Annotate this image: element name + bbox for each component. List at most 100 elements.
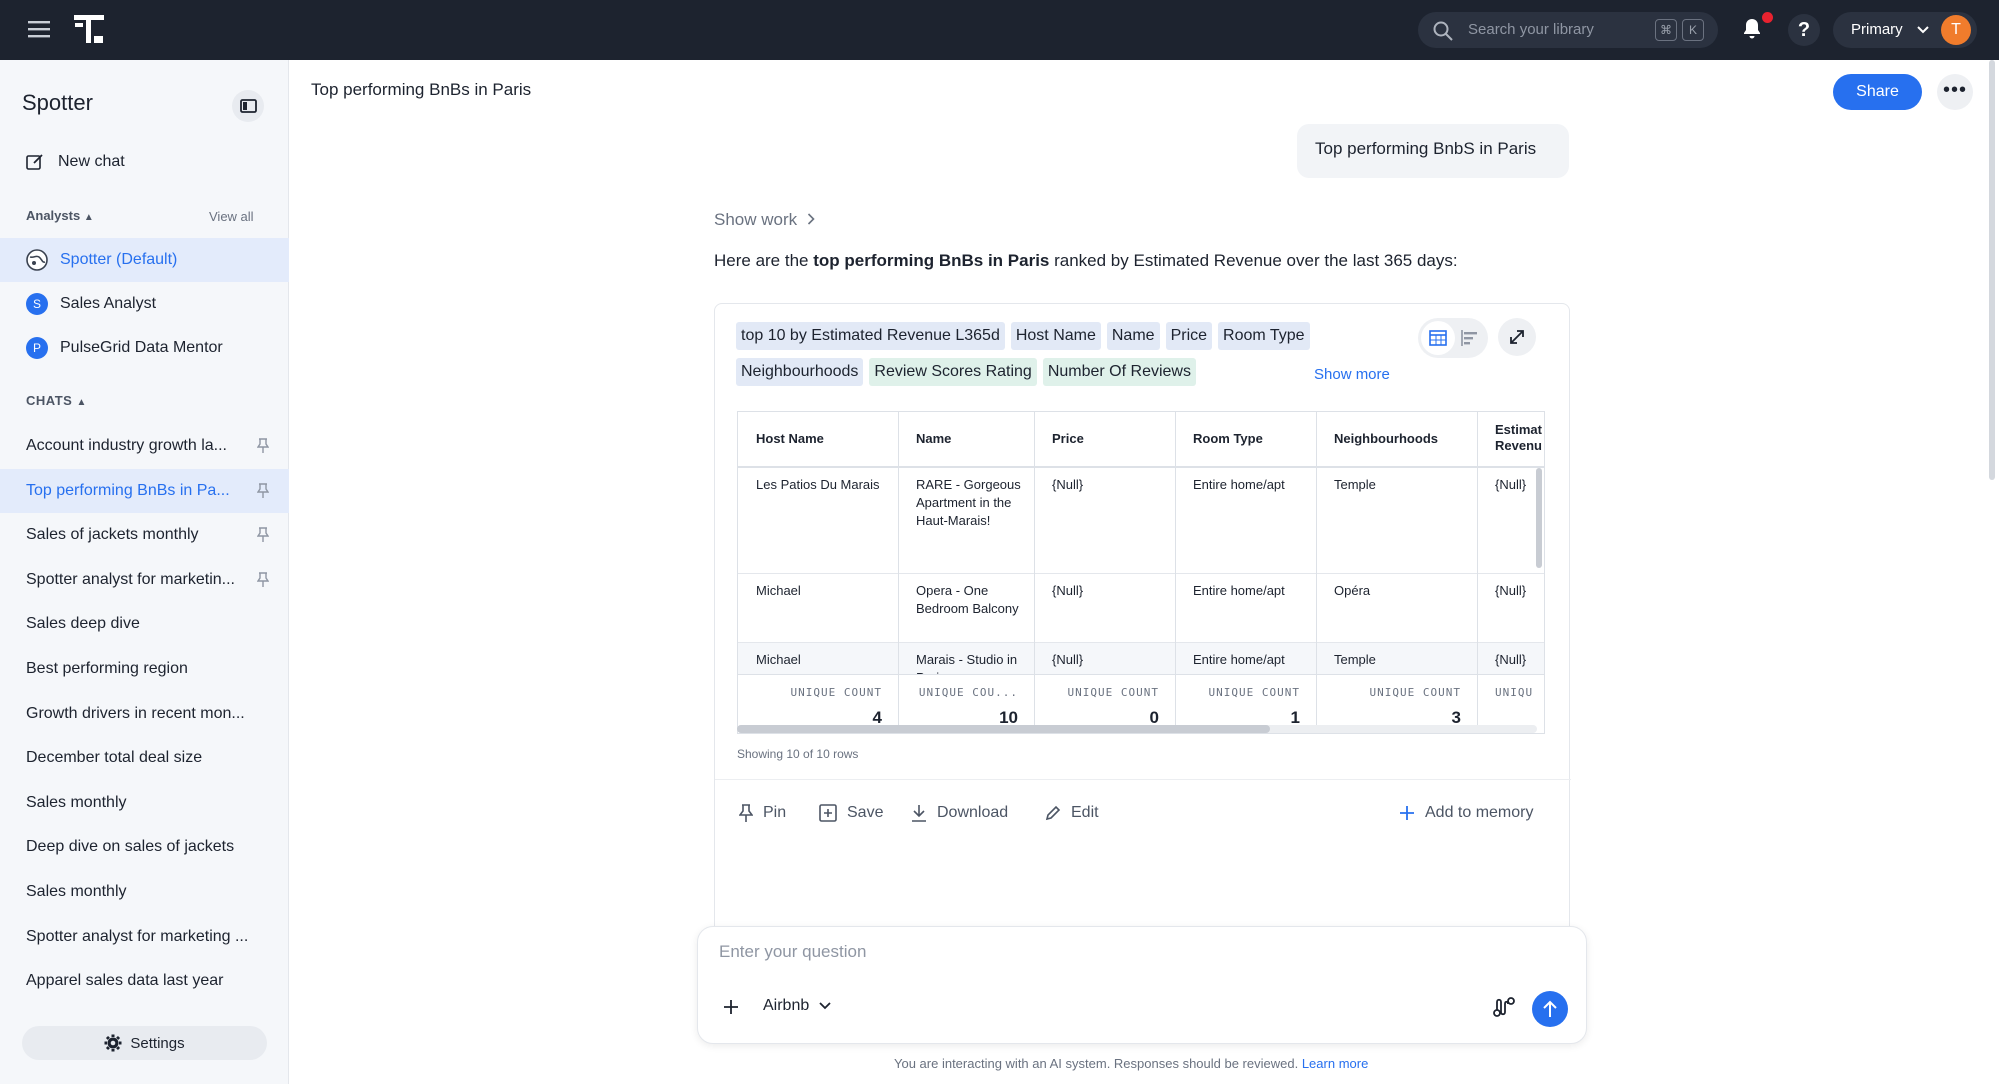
pin-label: Pin: [763, 804, 787, 821]
chat-item-label: Deep dive on sales of jackets: [26, 838, 235, 856]
chat-item-label: Sales monthly: [26, 883, 127, 900]
help-icon[interactable]: ?: [1788, 14, 1820, 46]
chat-item[interactable]: Best performing region: [0, 647, 289, 691]
pin-icon[interactable]: [257, 572, 269, 588]
chats-header[interactable]: CHATS ▲: [26, 393, 87, 408]
user-message-bubble: Top performing BnbS in Paris: [1297, 124, 1569, 178]
save-button[interactable]: Save: [819, 804, 883, 822]
settings-label: Settings: [130, 1034, 185, 1052]
edit-button[interactable]: Edit: [1045, 804, 1099, 822]
column-header[interactable]: Name: [916, 431, 1032, 447]
thoughtspot-logo-icon[interactable]: [72, 12, 106, 46]
query-chip[interactable]: Review Scores Rating: [869, 358, 1037, 386]
shortcut-k-key: K: [1682, 19, 1704, 41]
table-view-button[interactable]: [1421, 321, 1455, 355]
analyst-item-sales-analyst[interactable]: S Sales Analyst: [0, 282, 289, 326]
query-chip[interactable]: Room Type: [1218, 322, 1310, 350]
collapse-sidebar-button[interactable]: [232, 90, 264, 122]
org-switcher[interactable]: Primary T: [1833, 12, 1977, 48]
analyst-initial-avatar: P: [26, 337, 48, 359]
table-cell: Opéra: [1334, 583, 1371, 598]
show-work-toggle[interactable]: Show work: [714, 210, 815, 230]
chat-item-label: Spotter analyst for marketing ...: [26, 927, 249, 945]
action-bar: Pin Save Download Edit Add to memory: [715, 804, 1571, 834]
connections-icon[interactable]: [1493, 996, 1515, 1018]
table-cell: Michael: [756, 583, 801, 598]
page-scrollbar[interactable]: [1989, 60, 1995, 480]
column-header[interactable]: Neighbourhoods: [1334, 431, 1475, 447]
notification-dot: [1762, 12, 1773, 23]
card-divider: [715, 779, 1571, 780]
column-header[interactable]: Estimat Revenu: [1495, 422, 1544, 454]
table-cell: {Null}: [1495, 583, 1527, 598]
analysts-header[interactable]: Analysts ▲: [26, 208, 94, 223]
learn-more-link[interactable]: Learn more: [1302, 1056, 1368, 1071]
notifications-bell-icon[interactable]: [1740, 17, 1764, 41]
chat-item[interactable]: Growth drivers in recent mon...: [0, 692, 289, 736]
new-chat-button[interactable]: New chat: [0, 140, 289, 184]
chat-item[interactable]: Sales deep dive: [0, 602, 289, 646]
edit-label: Edit: [1071, 804, 1099, 821]
chat-item[interactable]: December total deal size: [0, 736, 289, 780]
show-more-link[interactable]: Show more: [1314, 366, 1390, 383]
hamburger-menu-icon[interactable]: [28, 20, 50, 38]
pin-icon[interactable]: [257, 482, 269, 499]
analyst-item-pulsegrid[interactable]: P PulseGrid Data Mentor: [0, 326, 289, 370]
pin-button[interactable]: Pin: [739, 804, 786, 822]
answer-text: Here are the top performing BnBs in Pari…: [714, 251, 1458, 271]
chat-item-label: Account industry growth la...: [26, 437, 227, 454]
chat-item[interactable]: Sales of jackets monthly: [0, 513, 289, 557]
aggregate-label: UNIQUE COUNT: [790, 686, 882, 699]
chat-item[interactable]: Top performing BnBs in Pa...: [0, 468, 289, 513]
chat-item[interactable]: Spotter analyst for marketing ...: [0, 915, 289, 959]
chat-item[interactable]: Account industry growth la...: [0, 424, 289, 468]
query-chip[interactable]: Name: [1106, 322, 1160, 350]
add-attachment-icon[interactable]: [723, 999, 739, 1015]
send-button[interactable]: [1532, 991, 1568, 1027]
chat-item[interactable]: Spotter analyst for marketin...: [0, 558, 289, 602]
settings-button[interactable]: Settings: [22, 1026, 267, 1060]
answer-prefix: Here are the: [714, 251, 814, 270]
chat-item-label: Spotter analyst for marketin...: [26, 570, 235, 588]
table-horizontal-scrollbar-thumb[interactable]: [737, 725, 1270, 733]
query-chip[interactable]: Host Name: [1010, 322, 1101, 350]
chat-item[interactable]: Sales monthly: [0, 870, 289, 914]
chevron-down-icon: [819, 1002, 831, 1010]
chat-item-label: Sales of jackets monthly: [26, 526, 199, 544]
more-options-icon[interactable]: •••: [1937, 74, 1973, 110]
query-chip[interactable]: top 10 by Estimated Revenue L365d: [736, 322, 1005, 350]
pin-icon[interactable]: [257, 438, 269, 454]
analyst-item-spotter-default[interactable]: Spotter (Default): [0, 238, 289, 282]
query-chip[interactable]: Price: [1165, 322, 1213, 350]
table-cell: Michael: [756, 652, 801, 667]
data-source-selector[interactable]: Airbnb: [763, 997, 831, 1015]
question-input[interactable]: Enter your question: [719, 942, 866, 962]
chevron-right-icon: [807, 210, 815, 230]
spotter-globe-icon: [26, 249, 48, 271]
pin-icon[interactable]: [257, 527, 269, 543]
bar-chart-view-icon[interactable]: [1461, 330, 1479, 346]
search-bar[interactable]: Search your library ⌘ K: [1418, 12, 1718, 48]
table-vertical-scrollbar[interactable]: [1536, 468, 1542, 568]
query-chip[interactable]: Number Of Reviews: [1042, 358, 1196, 386]
sidebar: Spotter New chat Analysts ▲ View all Spo…: [0, 60, 289, 1084]
data-source-label: Airbnb: [763, 997, 810, 1014]
column-header[interactable]: Host Name: [756, 431, 896, 447]
user-avatar[interactable]: T: [1941, 15, 1971, 45]
query-chip[interactable]: Neighbourhoods: [736, 358, 864, 386]
column-header[interactable]: Price: [1052, 431, 1173, 447]
table-cell: Temple: [1334, 652, 1376, 667]
chat-item[interactable]: Apparel sales data last year: [0, 959, 289, 1003]
chat-item[interactable]: Deep dive on sales of jackets: [0, 825, 289, 869]
table-horizontal-scrollbar-track[interactable]: [737, 725, 1537, 733]
view-all-link[interactable]: View all: [209, 209, 254, 224]
chat-item[interactable]: Sales monthly: [0, 781, 289, 825]
add-to-memory-button[interactable]: Add to memory: [1399, 804, 1533, 822]
download-button[interactable]: Download: [911, 804, 1008, 822]
shortcut-cmd-key: ⌘: [1655, 19, 1677, 41]
chevron-up-icon: ▲: [83, 212, 94, 223]
share-button[interactable]: Share: [1833, 74, 1922, 110]
column-header[interactable]: Room Type: [1193, 431, 1314, 447]
chat-item-label: Best performing region: [26, 660, 188, 677]
expand-button[interactable]: [1498, 318, 1536, 356]
